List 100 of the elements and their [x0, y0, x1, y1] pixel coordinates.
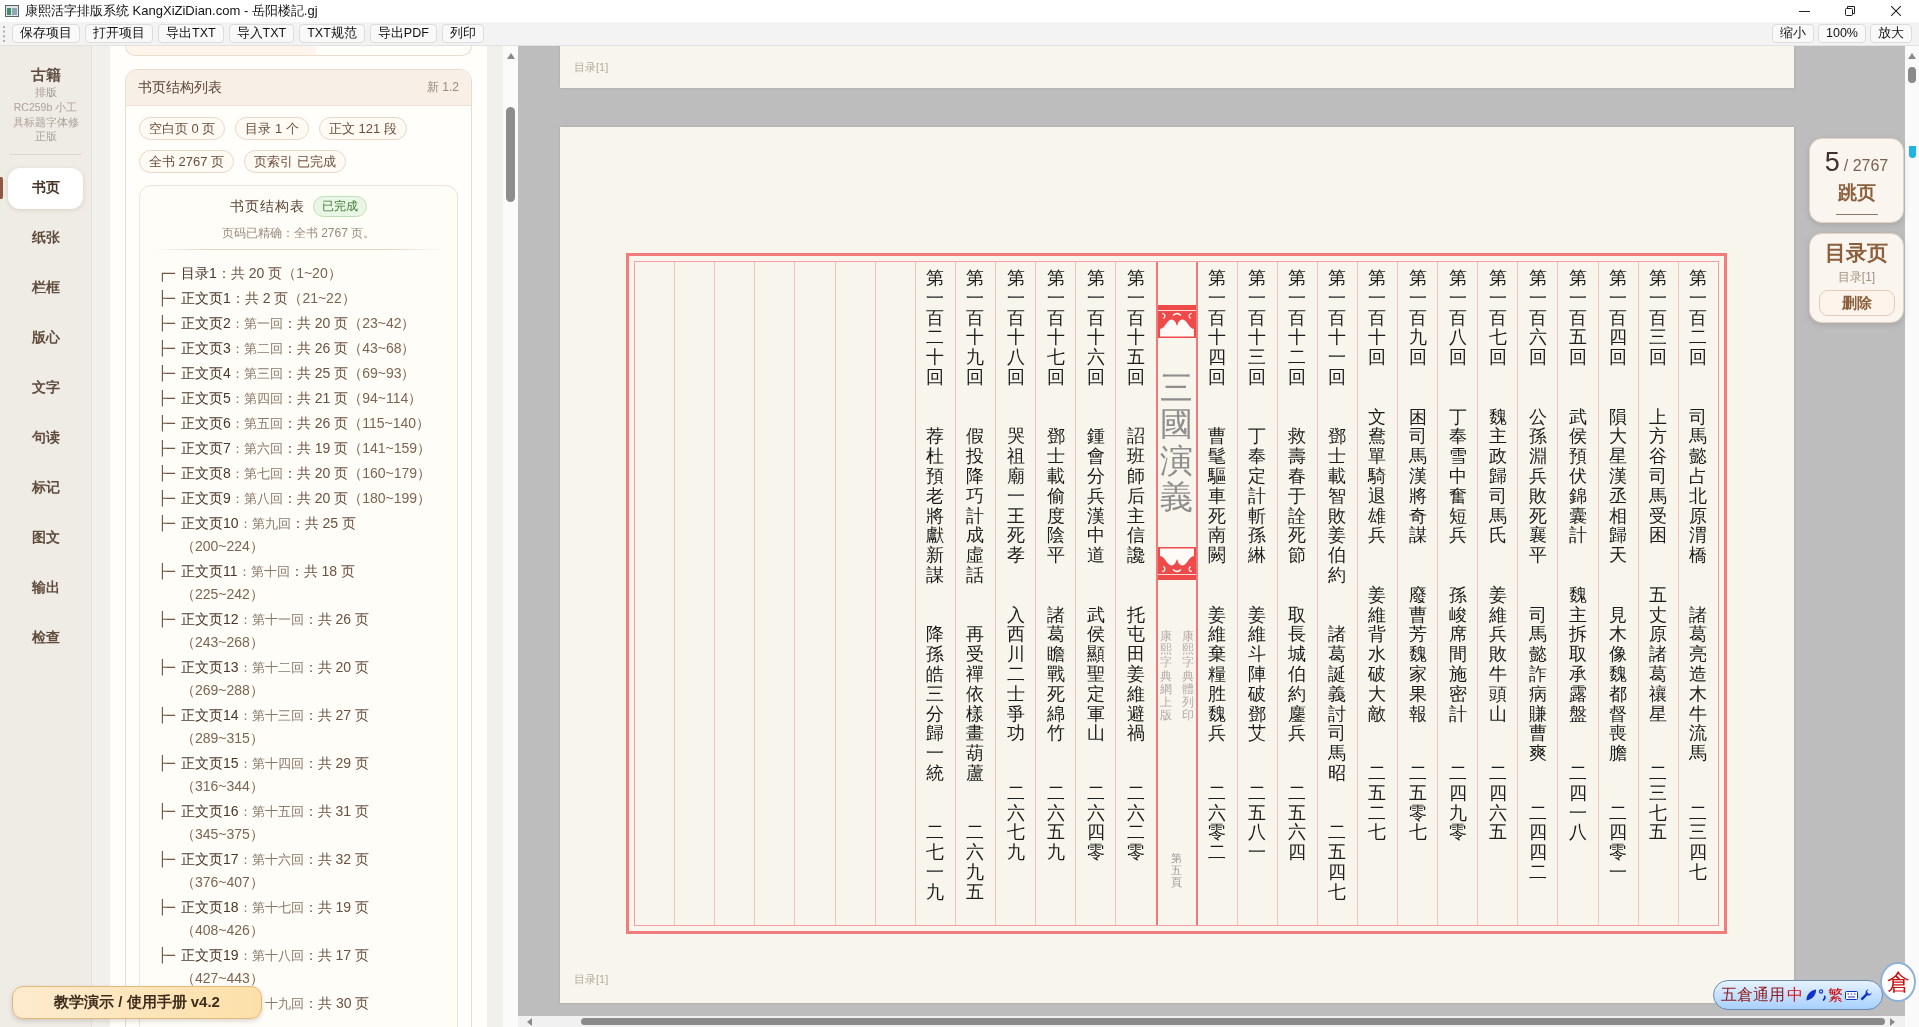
chapter-title: 文鴦單騎退雄兵	[1368, 406, 1387, 546]
chapter-page-number: 二六九五	[966, 822, 985, 902]
leaf-icon[interactable]	[1805, 989, 1817, 1001]
close-icon[interactable]	[1891, 6, 1901, 16]
toolbar-button[interactable]: 保存项目	[12, 24, 80, 43]
help-button[interactable]: 教学演示 / 使用手册 v4.2	[12, 986, 262, 1019]
tree-entry: 正文页13：第十二回：共 20 页 （269~288）	[181, 658, 370, 700]
script-toggle[interactable]: 繁	[1828, 985, 1843, 1005]
sidebar-item[interactable]: 检查	[8, 617, 83, 659]
scrollbar-thumb[interactable]	[506, 107, 515, 202]
chapter-title: 鄧士載智敗姜伯約	[1328, 426, 1347, 585]
chapter-number: 第一百三回	[1649, 268, 1668, 367]
chapter-title: 姜維棄糧胜魏兵	[1208, 604, 1227, 744]
chapter-title: 詔班師后主信讒	[1126, 426, 1145, 565]
scrollbar-thumb[interactable]	[581, 1018, 1885, 1025]
tree-connector: ├─	[158, 314, 176, 334]
toolbar-button[interactable]: 导入TXT	[228, 24, 295, 43]
chapter-number: 第一百二十回	[926, 268, 945, 387]
app-icon	[5, 5, 19, 17]
tree-connector: ├─	[158, 562, 176, 582]
card-title: 书页结构列表	[138, 78, 222, 97]
chapter-title: 武侯顯聖定軍山	[1086, 604, 1105, 744]
page-footer: 目录[1]	[574, 973, 609, 986]
tree-entry: 正文页7：第六回：共 19 页（141~159）	[181, 439, 432, 458]
sidebar-item[interactable]: 标记	[8, 467, 83, 509]
sidebar-item[interactable]: 输出	[8, 567, 83, 609]
chapter-title: 姜維斗陣破鄧艾	[1248, 604, 1267, 744]
tree-connector: ├─	[158, 802, 176, 822]
sidebar-item[interactable]: 栏框	[8, 267, 83, 309]
book-title: 三國演義	[1160, 369, 1193, 516]
chapter-number: 第一百五回	[1569, 268, 1588, 367]
stat-chip: 全书 2767 页	[139, 150, 235, 173]
chapter-number: 第一百八回	[1448, 268, 1467, 367]
punctuation-icon[interactable]	[1819, 989, 1826, 1001]
toolbar-button[interactable]: TXT规范	[299, 24, 365, 43]
delete-button[interactable]: 删除	[1818, 290, 1895, 316]
table-title: 书页结构表	[230, 197, 305, 216]
chapter-title: 五丈原諸葛禳星	[1649, 584, 1668, 724]
version-label: 新 1.2	[427, 79, 459, 96]
toolbar-button[interactable]: 打开项目	[85, 24, 153, 43]
chapter-number: 第一百二回	[1689, 268, 1708, 367]
chapter-title: 鄧士載偷度陰平	[1046, 426, 1065, 565]
jump-button[interactable]: 跳页	[1837, 181, 1876, 205]
sidebar-item[interactable]: 版心	[8, 317, 83, 359]
right-arrow-icon[interactable]	[1890, 1017, 1895, 1026]
tree-entry: 正文页8：第七回：共 20 页（160~179）	[181, 464, 432, 483]
up-arrow-icon[interactable]	[1908, 53, 1916, 59]
chapter-number: 第一百七回	[1488, 268, 1507, 367]
zoom-button[interactable]: 100%	[1818, 24, 1866, 43]
restore-icon[interactable]	[1845, 6, 1855, 16]
tree-entry: 正文页3：第二回：共 26 页（43~68）	[181, 339, 416, 358]
sidebar-item[interactable]: 句读	[8, 417, 83, 459]
toolbar-button[interactable]: 导出TXT	[158, 24, 224, 43]
tree-connector: ├─	[158, 850, 176, 870]
chapter-title: 見木像魏都督喪膽	[1609, 604, 1628, 763]
chapter-page-number: 二四九零	[1448, 762, 1467, 843]
version-text: RC259b 小工具标题字体修正版	[11, 100, 80, 144]
chapter-title: 丁奉定計斬孫綝	[1248, 426, 1267, 565]
sidebar-item[interactable]: 纸张	[8, 217, 83, 259]
zoom-button[interactable]: 缩小	[1772, 24, 1814, 43]
chapter-page-number: 二五六四	[1288, 782, 1307, 862]
tree-connector: ├─	[158, 514, 176, 534]
chapter-number: 第一百十三回	[1248, 268, 1267, 387]
keyboard-icon[interactable]	[1845, 990, 1858, 1000]
chapter-number: 第一百十一回	[1328, 268, 1347, 387]
scrollbar-thumb[interactable]	[1908, 67, 1916, 83]
stat-chip: 目录 1 个	[235, 117, 309, 140]
wrench-icon[interactable]	[1860, 989, 1872, 1001]
chapter-title: 魏主拆取承露盤	[1569, 584, 1588, 724]
sidebar-item[interactable]: 书页	[8, 167, 83, 209]
tree-entry: 正文页4：第三回：共 25 页（69~93）	[181, 364, 416, 383]
tree-entry: 正文页14：第十三回：共 27 页 （289~315）	[181, 706, 370, 748]
input-mode-toggle[interactable]: 中	[1787, 984, 1803, 1006]
toc-title: 目录页	[1825, 240, 1888, 266]
app-name: 古籍	[30, 66, 61, 84]
stat-chip: 空白页 0 页	[139, 117, 226, 140]
up-arrow-icon[interactable]	[506, 53, 515, 59]
tree-entry: 正文页11：第十回：共 18 页 （225~242）	[181, 562, 356, 604]
chapter-title: 降孫皓三分歸一統	[926, 624, 945, 783]
zoom-button[interactable]: 放大	[1870, 24, 1912, 43]
chapter-title: 入西川二士爭功	[1006, 604, 1025, 744]
status-badge: 已完成	[313, 196, 367, 217]
stat-chip: 正文 121 段	[318, 117, 407, 140]
left-arrow-icon[interactable]	[527, 1017, 532, 1026]
toolbar-button[interactable]: 导出PDF	[369, 24, 437, 43]
chapter-page-number: 二四一八	[1569, 762, 1588, 843]
chapter-title: 魏主政歸司馬氏	[1488, 406, 1507, 546]
tree-entry: 正文页9：第八回：共 20 页（180~199）	[181, 489, 432, 508]
sidebar-item[interactable]: 图文	[8, 517, 83, 559]
sidebar-item[interactable]: 文字	[8, 367, 83, 409]
chapter-title: 丁奉雪中奮短兵	[1448, 406, 1467, 546]
window-title: 康熙活字排版系统 KangXiZiDian.com - 岳阳楼記.gj	[25, 2, 318, 20]
chapter-title: 荐杜預老將獻新謀	[926, 426, 945, 585]
minimize-icon[interactable]	[1798, 10, 1810, 12]
tree-connector: ├─	[158, 489, 176, 509]
toolbar-button[interactable]: 列印	[441, 24, 484, 43]
chapter-title: 鍾會分兵漢中道	[1086, 426, 1105, 565]
chapter-title: 再受禪依樣畫葫蘆	[966, 624, 985, 783]
ime-name: 五倉通用	[1721, 984, 1785, 1006]
chapter-title: 困司馬漢將奇謀	[1408, 406, 1427, 546]
